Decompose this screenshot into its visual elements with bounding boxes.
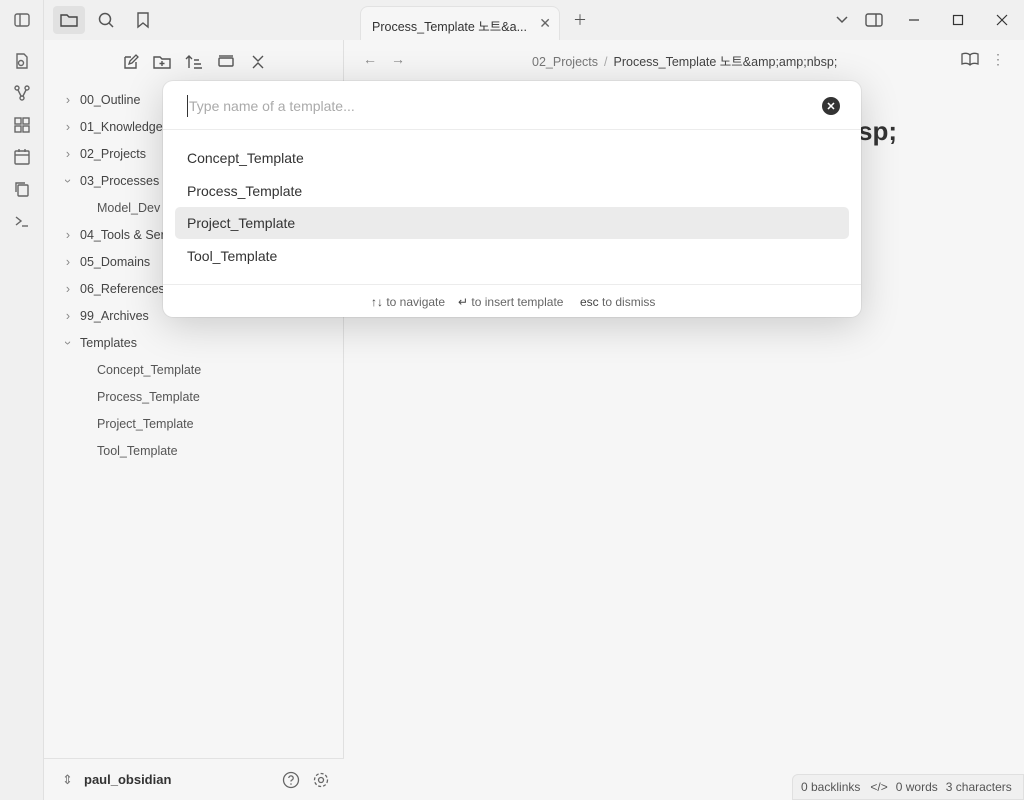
- search-icon[interactable]: [90, 6, 122, 34]
- divider: [163, 129, 861, 130]
- breadcrumb-separator: /: [604, 55, 608, 69]
- ribbon: [0, 0, 44, 800]
- chevron-down-icon: ›: [61, 178, 75, 183]
- folder-label: 00_Outline: [80, 92, 141, 107]
- chevron-right-icon: ›: [65, 119, 71, 134]
- vault-name: paul_obsidian: [84, 772, 172, 787]
- folder-label: 04_Tools & Ser: [80, 227, 165, 242]
- chevron-down-icon: ›: [61, 340, 75, 345]
- folder-item[interactable]: › Templates: [44, 329, 344, 356]
- file-item[interactable]: Process_Template: [44, 383, 344, 410]
- file-item[interactable]: Concept_Template: [44, 356, 344, 383]
- file-label: Concept_Template: [97, 362, 202, 377]
- code-icon[interactable]: </>: [870, 780, 887, 794]
- template-search-input[interactable]: [187, 95, 807, 117]
- folder-icon[interactable]: [53, 6, 85, 34]
- character-count: 3 characters: [945, 780, 1012, 794]
- new-tab-plus-icon[interactable]: ＋: [566, 8, 594, 32]
- editor-header: ← → 02_Projects / Process_Template 노트&amp;…: [344, 40, 1024, 78]
- breadcrumb: 02_Projects / Process_Template 노트&amp;amp;…: [532, 51, 837, 70]
- chevron-right-icon: ›: [65, 308, 71, 323]
- chevron-right-icon: ›: [65, 281, 71, 296]
- hint-key: ↑↓: [371, 295, 383, 309]
- new-note-icon[interactable]: [116, 48, 144, 76]
- tab-title: Process_Template 노트&a...: [372, 20, 528, 34]
- hint-navigate: ↑↓ to navigate: [371, 295, 445, 309]
- template-suggestion[interactable]: Tool_Template: [175, 240, 849, 272]
- template-suggestion[interactable]: Concept_Template: [175, 142, 849, 174]
- backlinks-count[interactable]: 0 backlinks: [801, 780, 860, 794]
- folder-label: Templates: [80, 335, 137, 350]
- file-item[interactable]: Project_Template: [44, 410, 344, 437]
- graph-icon[interactable]: [12, 83, 32, 103]
- file-label: Tool_Template: [97, 443, 178, 458]
- chevron-right-icon: ›: [65, 227, 71, 242]
- reading-view-book-icon[interactable]: [960, 50, 980, 68]
- template-suggestion-selected[interactable]: Project_Template: [175, 207, 849, 239]
- suggestion-label: Project_Template: [187, 215, 296, 231]
- folder-label: 03_Processes: [80, 173, 160, 188]
- note-icon[interactable]: [12, 51, 32, 71]
- forward-arrow-icon[interactable]: →: [388, 50, 408, 68]
- back-arrow-icon[interactable]: ←: [360, 50, 380, 68]
- hint-key: esc: [580, 295, 599, 309]
- hint-key: ↵: [458, 295, 469, 309]
- calendar-icon[interactable]: [12, 147, 32, 167]
- new-folder-icon[interactable]: [148, 48, 176, 76]
- chevron-down-icon[interactable]: [828, 8, 856, 32]
- folder-label: 01_Knowledge: [80, 119, 163, 134]
- copy-icon[interactable]: [12, 179, 32, 199]
- folder-label: 99_Archives: [80, 308, 149, 323]
- help-icon[interactable]: [280, 769, 302, 791]
- left-top-bar: [44, 0, 344, 40]
- template-suggestion[interactable]: Process_Template: [175, 175, 849, 207]
- sort-icon[interactable]: [180, 48, 208, 76]
- modal-instructions: ↑↓ to navigate ↵ to insert template esc …: [163, 284, 861, 317]
- window-close-icon[interactable]: [988, 8, 1016, 32]
- chevron-right-icon: ›: [65, 146, 71, 161]
- file-label: Model_Dev: [97, 200, 161, 215]
- tab-process-template[interactable]: Process_Template 노트&a... ✕: [360, 6, 560, 40]
- hint-dismiss: esc to dismiss: [580, 295, 655, 309]
- folder-label: 06_References: [80, 281, 165, 296]
- folder-label: 05_Domains: [80, 254, 151, 269]
- suggestion-label: Tool_Template: [187, 248, 278, 264]
- dashboard-icon[interactable]: [12, 115, 32, 135]
- template-picker-modal: ✕ Concept_Template Process_Template Proj…: [163, 81, 861, 317]
- maximize-icon[interactable]: [944, 8, 972, 32]
- folder-label: 02_Projects: [80, 146, 147, 161]
- clear-search-icon[interactable]: ✕: [822, 97, 840, 115]
- more-options-icon[interactable]: ⋮: [988, 50, 1008, 68]
- minimize-icon[interactable]: [900, 8, 928, 32]
- sidebar-icon[interactable]: [6, 6, 38, 34]
- chevron-right-icon: ›: [65, 92, 71, 107]
- bookmark-icon[interactable]: [127, 6, 159, 34]
- tab-strip: Process_Template 노트&a... ✕ ＋: [344, 0, 1024, 40]
- collapse-all-icon[interactable]: [212, 48, 240, 76]
- suggestion-label: Concept_Template: [187, 150, 304, 166]
- file-label: Project_Template: [97, 416, 194, 431]
- hint-text: to insert template: [471, 295, 564, 309]
- suggestion-label: Process_Template: [187, 183, 303, 199]
- hint-insert: ↵ to insert template: [458, 295, 563, 309]
- hint-text: to dismiss: [602, 295, 656, 309]
- right-sidebar-toggle-icon[interactable]: [860, 8, 888, 32]
- vault-switcher[interactable]: ⇕ paul_obsidian: [44, 758, 344, 800]
- chevron-updown-icon: ⇕: [62, 772, 73, 787]
- file-item[interactable]: Tool_Template: [44, 437, 344, 464]
- close-icon[interactable]: ✕: [539, 15, 551, 32]
- breadcrumb-folder[interactable]: 02_Projects: [532, 55, 598, 69]
- terminal-icon[interactable]: [12, 211, 32, 231]
- breadcrumb-current[interactable]: Process_Template 노트&amp;amp;nbsp;: [614, 55, 838, 69]
- settings-gear-icon[interactable]: [310, 769, 332, 791]
- close-folders-icon[interactable]: [244, 48, 272, 76]
- status-bar: 0 backlinks </> 0 words 3 characters: [792, 774, 1024, 800]
- word-count: 0 words: [895, 780, 938, 794]
- note-title[interactable]: sp;: [858, 116, 897, 147]
- file-label: Process_Template: [97, 389, 200, 404]
- chevron-right-icon: ›: [65, 254, 71, 269]
- hint-text: to navigate: [386, 295, 446, 309]
